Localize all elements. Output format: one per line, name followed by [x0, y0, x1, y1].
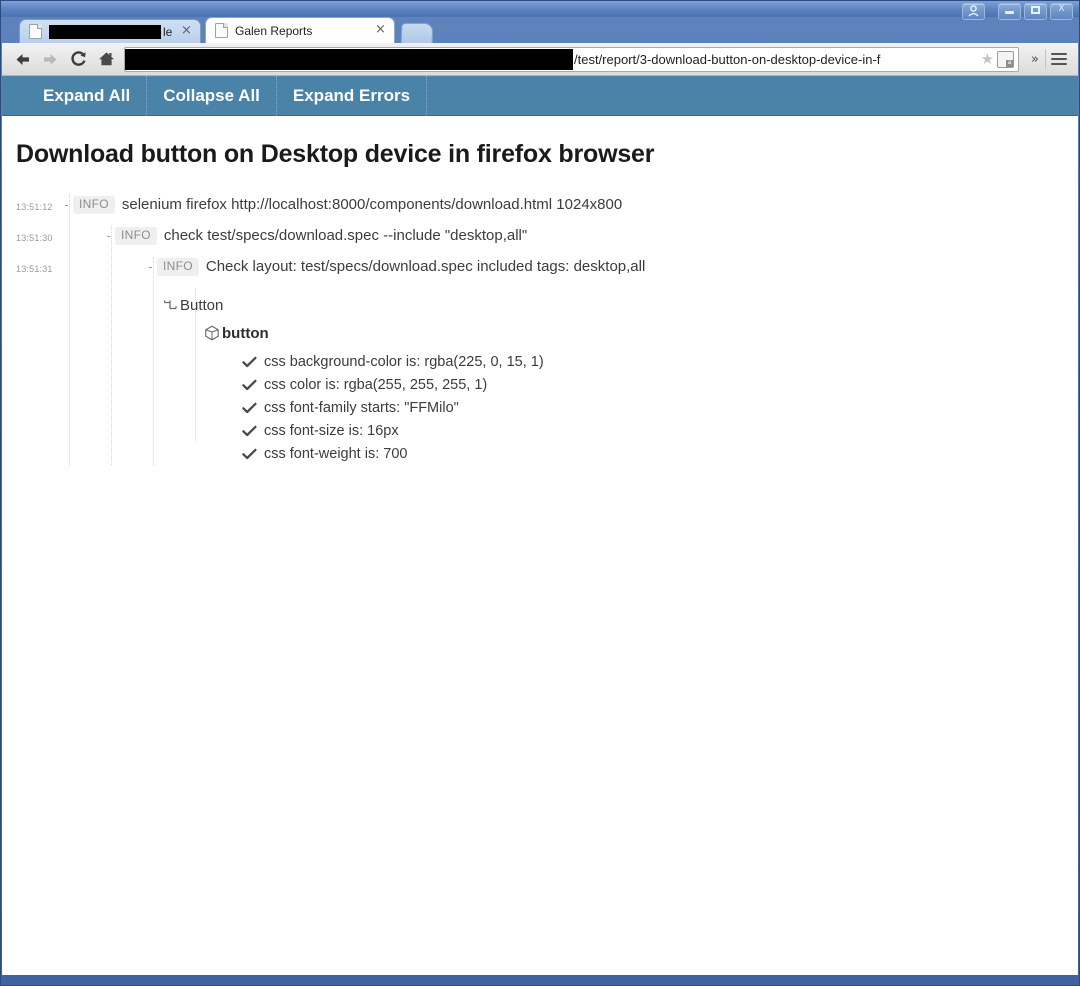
address-bar-icons: ★ a — [981, 50, 1018, 68]
node-message: selenium firefox http://localhost:8000/c… — [121, 196, 623, 213]
browser-window: X le × Galen Reports × /test/report/3-do… — [0, 0, 1080, 986]
redaction-overlay — [49, 24, 161, 39]
tab-favicon-icon — [29, 24, 42, 39]
hamburger-line — [1051, 58, 1067, 60]
tree-node-row[interactable]: 13:51:31 - INFO Check layout: test/specs… — [2, 257, 1078, 288]
check-icon — [242, 425, 264, 438]
new-tab-button[interactable] — [400, 23, 434, 44]
collapse-all-button[interactable]: Collapse All — [147, 76, 277, 116]
log-level-badge: INFO — [157, 258, 199, 276]
back-button[interactable] — [8, 46, 36, 72]
check-row: css color is: rgba(255, 255, 255, 1) — [242, 374, 1078, 397]
check-row: css background-color is: rgba(225, 0, 15… — [242, 351, 1078, 374]
report-body: Download button on Desktop device in fir… — [2, 116, 1078, 466]
hamburger-line — [1051, 63, 1067, 65]
translate-page-icon[interactable]: a — [997, 50, 1015, 68]
check-list: css background-color is: rgba(225, 0, 15… — [2, 351, 1078, 466]
element-row[interactable]: button — [2, 320, 1078, 346]
check-icon — [242, 356, 264, 369]
node-message: Check layout: test/specs/download.spec i… — [205, 258, 646, 275]
check-icon — [242, 448, 264, 461]
check-text: css font-family starts: "FFMilo" — [264, 400, 459, 416]
browser-toolbar: /test/report/3-download-button-on-deskto… — [2, 43, 1078, 76]
back-arrow-icon — [16, 53, 29, 65]
spec-section-label: Button — [180, 296, 224, 314]
check-icon — [242, 402, 264, 415]
check-row: css font-weight is: 700 — [242, 443, 1078, 466]
check-text: css font-weight is: 700 — [264, 446, 408, 462]
log-level-badge: INFO — [115, 227, 157, 245]
node-content: - INFO check test/specs/download.spec --… — [60, 226, 1078, 246]
hamburger-line — [1051, 53, 1067, 55]
report-tree: 13:51:12 - INFO selenium firefox http://… — [2, 195, 1078, 466]
expand-errors-button[interactable]: Expand Errors — [277, 76, 428, 116]
tree-node-row[interactable]: 13:51:30 - INFO check test/specs/downloa… — [2, 226, 1078, 257]
tab-strip: le × Galen Reports × — [2, 15, 1078, 44]
tab-close-icon[interactable]: × — [373, 23, 388, 38]
check-text: css color is: rgba(255, 255, 255, 1) — [264, 377, 488, 393]
page-title: Download button on Desktop device in fir… — [16, 140, 655, 168]
reload-button[interactable] — [64, 46, 92, 72]
cube-icon — [202, 325, 222, 341]
node-timestamp: 13:51:31 — [16, 264, 53, 274]
node-timestamp: 13:51:12 — [16, 202, 53, 212]
forward-arrow-icon — [43, 53, 56, 65]
tab-close-icon[interactable]: × — [179, 24, 194, 39]
node-toggle-icon[interactable]: - — [60, 195, 73, 215]
tree-guide-line — [195, 288, 196, 442]
log-level-badge: INFO — [73, 196, 115, 214]
galen-toolbar: Expand All Collapse All Expand Errors — [2, 76, 1078, 116]
tab-galen-reports[interactable]: Galen Reports × — [205, 17, 395, 43]
node-content: - INFO selenium firefox http://localhost… — [60, 195, 1078, 215]
spec-section-row[interactable]: Button — [2, 292, 1078, 318]
toolbar-overflow-icon[interactable]: » — [1025, 52, 1045, 67]
node-toggle-icon[interactable]: - — [102, 226, 115, 246]
page-viewport: Expand All Collapse All Expand Errors Do… — [2, 76, 1078, 975]
tree-guide-line — [153, 257, 154, 465]
node-toggle-icon[interactable]: - — [144, 257, 157, 277]
element-label: button — [222, 324, 269, 342]
reload-icon — [70, 51, 86, 66]
address-value[interactable]: /test/report/3-download-button-on-deskto… — [573, 52, 981, 67]
layout-spec-icon — [160, 299, 180, 312]
menu-button[interactable] — [1046, 47, 1072, 71]
bookmark-star-icon[interactable]: ★ — [981, 52, 994, 67]
tab-title-redacted: le — [49, 24, 179, 39]
node-message: check test/specs/download.spec --include… — [163, 227, 528, 244]
home-icon — [98, 52, 114, 66]
tab-favicon-icon — [215, 23, 228, 38]
check-text: css background-color is: rgba(225, 0, 15… — [264, 354, 544, 370]
home-button[interactable] — [92, 46, 120, 72]
translate-badge: a — [1006, 59, 1014, 67]
forward-button[interactable] — [36, 46, 64, 72]
node-timestamp: 13:51:30 — [16, 233, 53, 243]
expand-all-button[interactable]: Expand All — [26, 76, 148, 116]
tab-title: Galen Reports — [235, 23, 313, 38]
tab-redacted[interactable]: le × — [19, 19, 201, 43]
node-content: - INFO Check layout: test/specs/download… — [60, 257, 1078, 277]
address-redaction — [125, 48, 573, 70]
tree-node-row[interactable]: 13:51:12 - INFO selenium firefox http://… — [2, 195, 1078, 226]
check-row: css font-size is: 16px — [242, 420, 1078, 443]
check-row: css font-family starts: "FFMilo" — [242, 397, 1078, 420]
check-text: css font-size is: 16px — [264, 423, 399, 439]
address-bar[interactable]: /test/report/3-download-button-on-deskto… — [124, 46, 1020, 72]
check-icon — [242, 379, 264, 392]
